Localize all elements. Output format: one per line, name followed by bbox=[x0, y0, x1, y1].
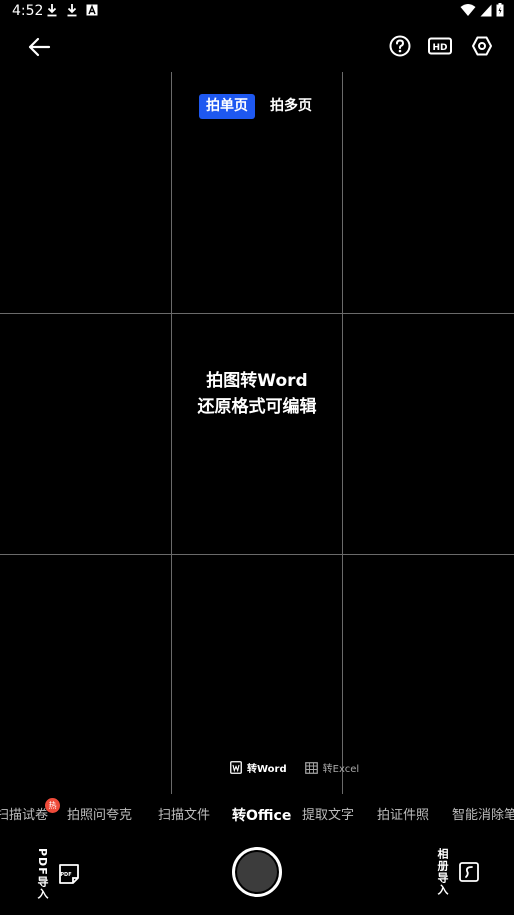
tab-scan-exam[interactable]: 扫描试卷 bbox=[0, 806, 48, 826]
settings-button[interactable] bbox=[468, 32, 496, 60]
pdf-file-icon: PDF bbox=[59, 863, 79, 884]
table-icon bbox=[304, 761, 318, 774]
signal-icon bbox=[480, 4, 492, 16]
grid-line-horizontal bbox=[0, 554, 514, 555]
tab-smart-eraser[interactable]: 智能消除笔 bbox=[452, 806, 514, 826]
album-import-label: 相册导入 bbox=[436, 848, 449, 896]
sub-mode-word[interactable]: 转Word bbox=[230, 760, 287, 775]
center-hint: 拍图转Word 还原格式可编辑 bbox=[0, 368, 514, 420]
status-system-icons bbox=[460, 3, 504, 17]
hint-line-1: 拍图转Word bbox=[206, 371, 308, 391]
download-icon bbox=[67, 4, 77, 17]
status-time: 4:52 bbox=[12, 3, 44, 19]
sub-mode-excel-label: 转Excel bbox=[322, 764, 360, 775]
mode-tab-bar: 扫描试卷 拍照问夸克 扫描文件 转Office 提取文字 拍证件照 智能消除笔 bbox=[0, 806, 514, 828]
tab-photo-ask-quark[interactable]: 拍照问夸克 bbox=[67, 806, 132, 826]
sub-mode-word-label: 转Word bbox=[247, 764, 287, 775]
hd-icon: HD bbox=[428, 37, 452, 55]
status-notification-icons bbox=[46, 3, 98, 17]
hot-badge: 热 bbox=[45, 798, 60, 813]
pdf-import-button[interactable]: PDF导入 PDF bbox=[34, 848, 93, 900]
grid-line-vertical bbox=[171, 72, 172, 794]
grid-line-vertical bbox=[342, 72, 343, 794]
hint-line-2: 还原格式可编辑 bbox=[197, 397, 317, 417]
back-button[interactable] bbox=[24, 32, 54, 62]
multi-page-option[interactable]: 拍多页 bbox=[263, 94, 319, 119]
battery-icon bbox=[496, 3, 504, 17]
hd-label: HD bbox=[432, 43, 447, 53]
capture-mode-toggle: 拍单页 拍多页 bbox=[199, 94, 319, 119]
hd-button[interactable]: HD bbox=[426, 34, 454, 58]
sub-mode-row: 转Word 转Excel bbox=[230, 760, 359, 775]
a-icon bbox=[86, 4, 98, 16]
pdf-icon-text: PDF bbox=[60, 872, 71, 878]
back-arrow-icon bbox=[28, 37, 51, 57]
single-page-option[interactable]: 拍单页 bbox=[199, 94, 255, 119]
tab-scan-file[interactable]: 扫描文件 bbox=[158, 806, 210, 826]
shutter-inner bbox=[237, 852, 277, 892]
tab-extract-text[interactable]: 提取文字 bbox=[302, 806, 354, 826]
status-bar: 4:52 bbox=[0, 0, 514, 22]
album-import-button[interactable]: 相册导入 bbox=[434, 848, 514, 896]
top-bar: HD bbox=[0, 26, 514, 66]
word-doc-icon bbox=[230, 761, 242, 774]
bottom-bar: PDF导入 PDF 相册导入 bbox=[0, 838, 514, 915]
help-button[interactable] bbox=[386, 32, 414, 60]
camera-viewfinder[interactable] bbox=[0, 72, 514, 794]
album-icon bbox=[459, 862, 479, 882]
help-icon bbox=[389, 35, 411, 57]
download-icon bbox=[47, 4, 57, 17]
sub-mode-excel[interactable]: 转Excel bbox=[304, 760, 360, 775]
shutter-button[interactable] bbox=[232, 847, 282, 897]
tab-to-office[interactable]: 转Office bbox=[232, 806, 291, 826]
grid-line-horizontal bbox=[0, 313, 514, 314]
wifi-icon bbox=[460, 4, 476, 16]
pdf-import-label: PDF导入 bbox=[36, 848, 49, 900]
tab-id-photo[interactable]: 拍证件照 bbox=[377, 806, 429, 826]
settings-icon bbox=[472, 36, 492, 56]
